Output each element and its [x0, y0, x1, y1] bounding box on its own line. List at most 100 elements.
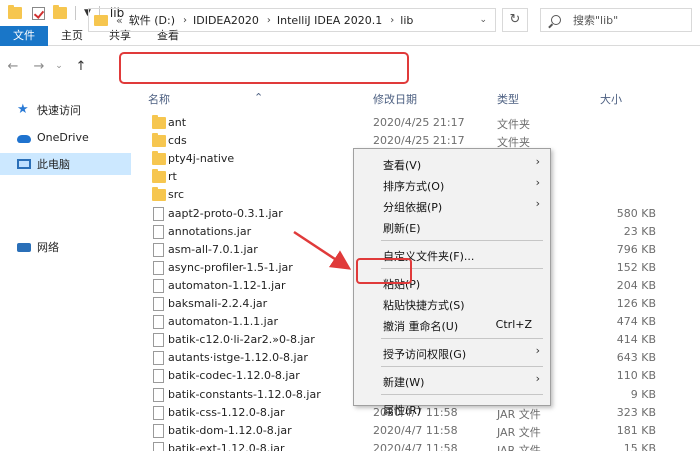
column-header-date[interactable]: 修改日期 [373, 91, 417, 107]
forward-arrow-icon[interactable]: → [30, 59, 48, 74]
jar-file-icon [153, 441, 164, 451]
computer-icon [17, 159, 31, 169]
menu-item[interactable]: 排序方式(O) › [354, 174, 550, 195]
toolbar-divider [75, 6, 76, 20]
list-item[interactable]: ant 2020/4/25 21:17 文件夹 [140, 114, 700, 132]
jar-file-icon [153, 387, 164, 402]
file-name: cds [168, 134, 187, 148]
file-name: batik-constants-1.12.0-8.jar [168, 387, 321, 401]
file-size: 323 KB [616, 405, 656, 419]
breadcrumb-drive[interactable]: 软件 (D:) [129, 12, 175, 28]
menu-item-label: 刷新(E) [383, 222, 421, 235]
folder-icon [8, 5, 22, 19]
breadcrumb-lib[interactable]: lib [400, 14, 413, 27]
jar-file-icon [153, 333, 164, 348]
file-size: 9 KB [630, 387, 656, 401]
menu-item[interactable]: 新建(W) › [354, 370, 550, 391]
tab-file[interactable]: 文件 [0, 26, 48, 46]
file-size: 152 KB [616, 260, 656, 274]
folder-icon [94, 14, 108, 26]
sidebar-item-label: OneDrive [37, 130, 89, 144]
column-header-type[interactable]: 类型 [497, 91, 519, 107]
recent-locations-icon[interactable]: ⌄ [50, 61, 68, 71]
breadcrumb-separator-icon[interactable]: › [267, 15, 271, 26]
menu-separator [381, 394, 543, 395]
file-name: rt [168, 170, 177, 184]
address-bar[interactable]: « 软件 (D:) › IDIDEA2020 › IntelliJ IDEA 2… [88, 8, 496, 32]
refresh-button[interactable]: ↻ [502, 8, 528, 32]
file-size: 181 KB [616, 423, 656, 437]
breadcrumb-ididea2020[interactable]: IDIDEA2020 [193, 14, 259, 27]
refresh-icon: ↻ [509, 12, 521, 27]
cloud-icon [17, 134, 31, 143]
file-name: asm-all-7.0.1.jar [168, 242, 258, 256]
jar-file-icon [153, 206, 164, 221]
menu-separator [381, 366, 543, 367]
breadcrumb-separator-icon[interactable]: › [390, 15, 394, 26]
up-arrow-icon[interactable]: ↑ [72, 59, 90, 74]
search-box[interactable]: 搜索"lib" [540, 8, 692, 32]
menu-item[interactable]: 授予访问权限(G) › [354, 342, 550, 363]
file-date: 2020/4/25 21:17 [373, 116, 465, 129]
jar-file-icon [153, 369, 164, 384]
jar-file-icon [153, 260, 164, 275]
menu-item[interactable]: 查看(V) › [354, 153, 550, 174]
folder-icon [152, 187, 166, 202]
menu-item[interactable]: 分组依据(P) › [354, 195, 550, 216]
sidebar-item-onedrive[interactable]: OneDrive [0, 126, 131, 148]
file-size: 414 KB [616, 333, 656, 347]
file-name: async-profiler-1.5-1.jar [168, 260, 293, 274]
submenu-arrow-icon: › [535, 372, 540, 385]
file-size: 204 KB [616, 278, 656, 292]
navigation-pane: ★ 快速访问 OneDrive 此电脑 网络 [0, 86, 131, 451]
annotation-highlight-address [119, 52, 409, 84]
file-date: 2020/4/25 21:17 [373, 134, 465, 148]
file-name: autants·istge-1.12.0-8.jar [168, 351, 308, 365]
menu-item-label: 属性(R) [383, 404, 422, 417]
address-dropdown-icon[interactable]: ⌄ [479, 15, 487, 25]
menu-item-label: 粘贴快捷方式(S) [383, 299, 465, 312]
sidebar-item-this-pc[interactable]: 此电脑 [0, 153, 131, 175]
file-name: batik-dom-1.12.0-8.jar [168, 423, 292, 437]
menu-item[interactable]: 撤消 重命名(U) Ctrl+Z [354, 314, 550, 335]
menu-item[interactable]: 刷新(E) [354, 216, 550, 237]
file-name: baksmali-2.2.4.jar [168, 297, 268, 310]
folder-icon [152, 115, 166, 129]
file-type: 文件夹 [497, 118, 530, 131]
sidebar-item-label: 快速访问 [37, 104, 81, 117]
file-size: 15 KB [623, 441, 656, 451]
list-item[interactable]: batik-ext-1.12.0-8.jar 2020/4/7 11:58 JAR … [140, 440, 700, 451]
menu-item[interactable]: 属性(R) [354, 398, 550, 419]
annotation-highlight-paste [356, 258, 412, 284]
address-overflow-chevron[interactable]: « [116, 14, 123, 27]
file-size: 23 KB [623, 224, 656, 238]
properties-check-icon[interactable] [32, 6, 45, 20]
breadcrumb-separator-icon[interactable]: › [183, 15, 187, 26]
folder-icon [152, 151, 166, 166]
column-header-name[interactable]: 名称 [148, 91, 170, 107]
submenu-arrow-icon: › [535, 155, 540, 168]
jar-file-icon [153, 224, 164, 239]
search-icon [551, 15, 561, 25]
submenu-arrow-icon: › [535, 176, 540, 189]
sidebar-item-label: 此电脑 [37, 158, 70, 171]
menu-item-label: 分组依据(P) [383, 201, 443, 214]
jar-file-icon [153, 278, 164, 293]
file-name: ant [168, 116, 187, 129]
sidebar-item-network[interactable]: 网络 [0, 236, 131, 258]
column-header-size[interactable]: 大小 [600, 91, 622, 107]
back-arrow-icon[interactable]: ← [4, 59, 22, 74]
menu-item[interactable]: 粘贴快捷方式(S) [354, 293, 550, 314]
jar-file-icon [153, 405, 164, 420]
sidebar-item-quick-access[interactable]: ★ 快速访问 [0, 99, 131, 121]
menu-item-shortcut: Ctrl+Z [495, 318, 532, 331]
new-folder-icon[interactable] [53, 5, 67, 19]
jar-file-icon [153, 242, 164, 257]
file-name: annotations.jar [168, 224, 252, 238]
file-size: 474 KB [616, 315, 656, 329]
search-placeholder: 搜索"lib" [573, 14, 619, 27]
menu-item-label: 新建(W) [383, 376, 425, 389]
list-item[interactable]: batik-dom-1.12.0-8.jar 2020/4/7 11:58 JAR … [140, 422, 700, 440]
menu-item-label: 排序方式(O) [383, 180, 445, 193]
breadcrumb-intellij[interactable]: IntelliJ IDEA 2020.1 [277, 14, 382, 27]
